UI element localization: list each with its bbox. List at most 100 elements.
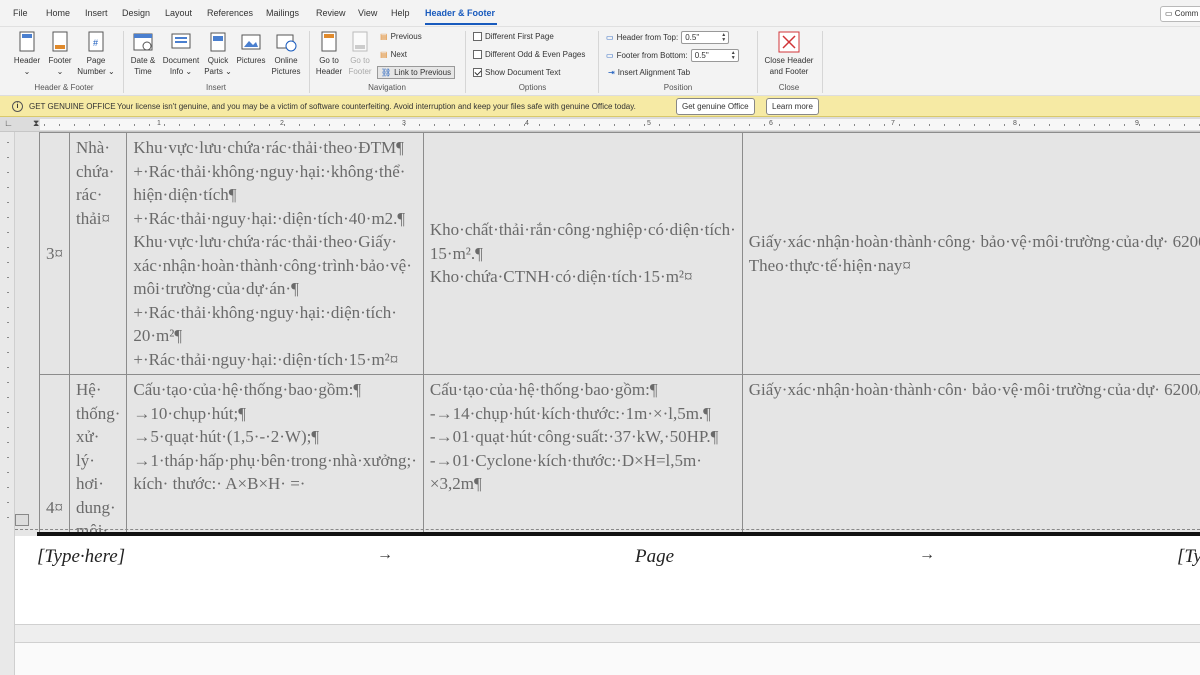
- different-odd-even-checkbox[interactable]: Different Odd & Even Pages: [473, 50, 585, 59]
- menu-header-footer[interactable]: Header & Footer: [425, 8, 495, 18]
- ruler-tick: [869, 124, 870, 126]
- group-label-header-footer: Header & Footer: [34, 83, 94, 92]
- date-time-button[interactable]: Date & Time: [126, 31, 160, 77]
- indent-marker-icon[interactable]: ⧗: [33, 118, 39, 129]
- ruler-tick: [734, 124, 735, 126]
- go-to-header-button[interactable]: Go to Header: [313, 31, 345, 77]
- date-label-1: Date &: [130, 56, 156, 65]
- footer-icon: [52, 31, 68, 52]
- footer-from-bottom-row: ▭ Footer from Bottom: 0.5" ▲ ▼: [606, 49, 739, 62]
- tab-selector-icon[interactable]: ∟: [4, 118, 13, 128]
- footer-right-text[interactable]: [Ty: [1177, 546, 1200, 568]
- menu-bar: File Home Insert Design Layout Reference…: [0, 0, 1200, 27]
- facility-name-cell: Nhà· chứa· rác· thải¤: [68, 132, 128, 375]
- ruler-tick: [494, 124, 495, 126]
- ruler-tick: [7, 277, 9, 278]
- previous-button[interactable]: ▤ Previous: [380, 32, 422, 41]
- ruler-tick: [7, 382, 9, 383]
- ruler-tick: [824, 124, 825, 126]
- ruler-tick: [1154, 124, 1155, 126]
- ruler-tick: [299, 124, 300, 126]
- ruler-number: 4: [525, 120, 529, 127]
- different-first-page-checkbox[interactable]: Different First Page: [473, 32, 554, 41]
- ruler-tick: [7, 172, 9, 173]
- header-label: Header: [13, 56, 41, 65]
- get-genuine-office-button[interactable]: Get genuine Office: [676, 98, 755, 115]
- ruler-tick: [899, 124, 900, 126]
- footer-center-text[interactable]: Page: [635, 546, 674, 568]
- ruler-tick: [164, 124, 165, 126]
- menu-mailings[interactable]: Mailings: [266, 8, 299, 18]
- horizontal-ruler[interactable]: ∟ ⧗ 1 2 3 4 5 6 7 8 9: [0, 117, 1200, 132]
- tab-arrow-icon: →: [377, 546, 393, 563]
- ruler-number: 1: [157, 120, 161, 127]
- learn-more-button[interactable]: Learn more: [766, 98, 819, 115]
- ruler-tick: [749, 124, 750, 126]
- header-from-top-input[interactable]: 0.5" ▲ ▼: [681, 31, 730, 44]
- close-label-1: Close Header: [764, 56, 814, 65]
- footer-area[interactable]: [Type·here] → Page → [Ty: [15, 536, 1200, 624]
- menu-design[interactable]: Design: [122, 8, 150, 18]
- document-page[interactable]: 3¤ Nhà· chứa· rác· thải¤ Khu·vực·lưu·chứ…: [15, 132, 1200, 675]
- menu-help[interactable]: Help: [391, 8, 410, 18]
- go-to-footer-button[interactable]: Go to Footer: [345, 31, 375, 77]
- insert-alignment-tab-button[interactable]: ⇥ Insert Alignment Tab: [608, 68, 690, 77]
- ruler-tick: [344, 124, 345, 126]
- original-spec-cell: Khu·vực·lưu·chứa·rác·thải·theo·ĐTM¶ +·Rá…: [126, 132, 424, 375]
- info-icon: i: [12, 101, 23, 112]
- menu-view[interactable]: View: [358, 8, 377, 18]
- doc-info-label-2: Info: [169, 67, 184, 76]
- ruler-tick: [539, 124, 540, 126]
- cell-paragraph: Khu·vực·lưu·chứa·rác·thải·theo·Giấy· xác…: [133, 232, 412, 298]
- ruler-band: [40, 119, 1200, 130]
- go-to-header-label-2: Header: [315, 67, 343, 76]
- link-to-previous-button[interactable]: ⛓ Link to Previous: [377, 66, 456, 79]
- ruler-tick: [884, 124, 885, 126]
- ruler-number: 6: [769, 120, 773, 127]
- page-number-button[interactable]: # Page Number ⌄: [76, 31, 116, 77]
- close-icon: [778, 31, 800, 53]
- ruler-tick: [704, 124, 705, 126]
- cell-paragraph: Giấy·xác·nhận·hoàn·thành·công· bảo·vệ·mô…: [748, 232, 1200, 251]
- document-info-button[interactable]: Document Info ⌄: [160, 31, 202, 77]
- dropdown-icon: ⌄: [222, 67, 232, 76]
- spinner-arrows-icon[interactable]: ▲ ▼: [731, 50, 738, 61]
- footer-left-text[interactable]: [Type·here]: [37, 546, 125, 568]
- footer-button[interactable]: Footer ⌄: [44, 31, 76, 77]
- spinner-arrows-icon[interactable]: ▲ ▼: [721, 32, 728, 43]
- cell-paragraph: →10·chụp·hút;¶: [133, 403, 246, 423]
- menu-layout[interactable]: Layout: [165, 8, 192, 18]
- pictures-button[interactable]: Pictures: [234, 31, 268, 66]
- menu-home[interactable]: Home: [46, 8, 70, 18]
- ruler-tick: [7, 232, 9, 233]
- close-header-footer-button[interactable]: Close Header and Footer: [760, 31, 818, 77]
- ruler-tick: [944, 124, 945, 126]
- ruler-tick: [614, 124, 615, 126]
- ruler-tick: [389, 124, 390, 126]
- insert-alignment-tab-label: Insert Alignment Tab: [617, 68, 691, 77]
- ruler-tick: [584, 124, 585, 126]
- next-page: [15, 642, 1200, 675]
- menu-references[interactable]: References: [207, 8, 253, 18]
- menu-insert[interactable]: Insert: [85, 8, 108, 18]
- group-separator: [822, 31, 823, 93]
- header-from-top-value: 0.5": [685, 33, 700, 42]
- ruler-tick: [7, 262, 9, 263]
- quick-parts-button[interactable]: Quick Parts ⌄: [203, 31, 233, 77]
- ruler-tick: [974, 124, 975, 126]
- ruler-tick: [569, 124, 570, 126]
- cell-paragraph: ×3,2m¶: [429, 474, 482, 493]
- footer-from-bottom-input[interactable]: 0.5" ▲ ▼: [690, 49, 739, 62]
- vertical-ruler[interactable]: [0, 132, 15, 675]
- comments-button[interactable]: ▭ Comm: [1160, 6, 1200, 22]
- footer-position-icon: ▭: [606, 51, 614, 60]
- cell-paragraph: Theo·thực·tế·hiện·nay¤: [748, 255, 911, 275]
- header-button[interactable]: Header ⌄: [10, 31, 44, 77]
- menu-review[interactable]: Review: [316, 8, 346, 18]
- ruler-number: 5: [647, 120, 651, 127]
- cell-paragraph: Cấu·tạo·của·hệ·thống·bao·gồm:¶: [429, 380, 658, 399]
- next-button[interactable]: ▤ Next: [380, 50, 407, 59]
- menu-file[interactable]: File: [13, 8, 28, 18]
- show-document-text-checkbox[interactable]: Show Document Text: [473, 68, 560, 77]
- online-pictures-button[interactable]: Online Pictures: [268, 31, 304, 77]
